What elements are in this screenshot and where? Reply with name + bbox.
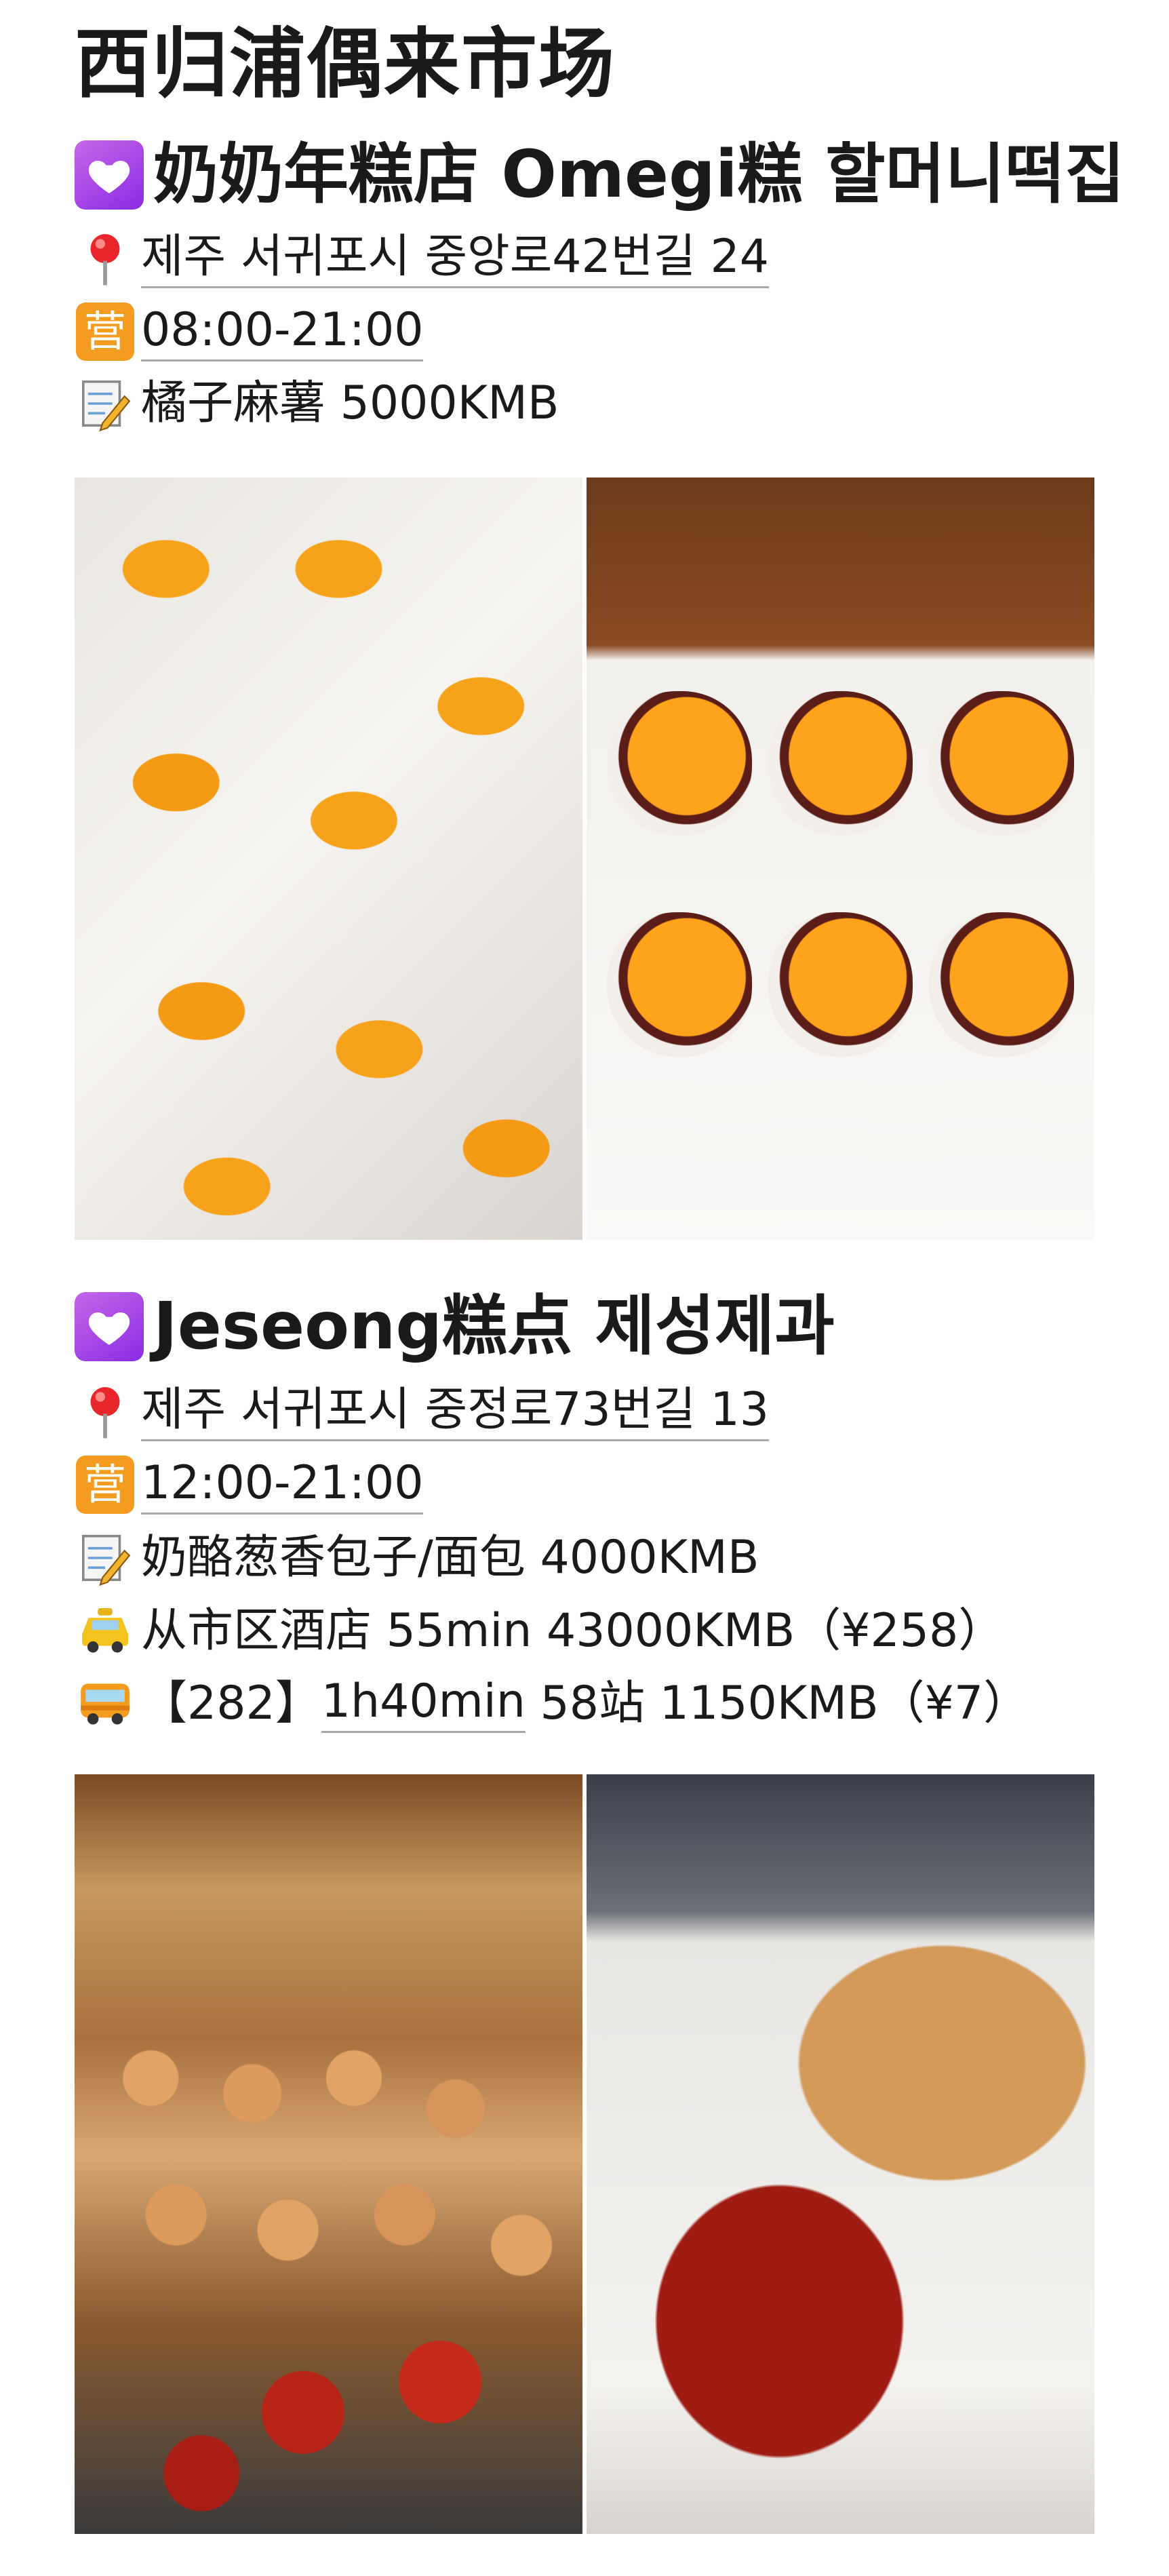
market-buns-photo[interactable] bbox=[75, 1774, 582, 2534]
mochi-row bbox=[606, 912, 1075, 1057]
bus-route: 【282】 bbox=[141, 1676, 321, 1730]
hours-row: 营 08:00-21:00 bbox=[76, 303, 424, 362]
mochi bbox=[929, 912, 1075, 1057]
tangerine-mochi-trays-photo[interactable] bbox=[75, 477, 582, 1240]
memo-icon bbox=[76, 374, 134, 433]
address-row: 제주 서귀포시 중정로73번길 13 bbox=[76, 1382, 770, 1441]
address-row: 제주 서귀포시 중앙로42번길 24 bbox=[76, 229, 770, 288]
pin-icon bbox=[76, 1382, 134, 1441]
item-text: 橘子麻薯 5000KMB bbox=[141, 376, 559, 431]
item-row: 奶酪葱香包子/面包 4000KMB bbox=[76, 1529, 759, 1587]
address-link[interactable]: 제주 서귀포시 중정로73번길 13 bbox=[141, 1382, 770, 1441]
shop-title-omegi: 奶奶年糕店 Omegi糕 할머니떡집 bbox=[75, 136, 1125, 214]
item-text: 奶酪葱香包子/面包 4000KMB bbox=[141, 1531, 759, 1585]
hours-link[interactable]: 12:00-21:00 bbox=[141, 1456, 424, 1515]
mochi bbox=[606, 690, 752, 836]
mochi bbox=[768, 690, 913, 836]
mochi bbox=[606, 912, 752, 1057]
taxi-icon bbox=[76, 1602, 134, 1660]
bread-and-chicken-photo[interactable] bbox=[587, 1774, 1094, 2534]
bus-time-link[interactable]: 1h40min bbox=[321, 1674, 526, 1733]
hours-link[interactable]: 08:00-21:00 bbox=[141, 303, 424, 362]
page-title: 西归浦偶来市场 bbox=[75, 20, 616, 109]
pin-icon bbox=[76, 229, 134, 288]
taxi-text: 从市区酒店 55min 43000KMB（¥258） bbox=[141, 1604, 1005, 1658]
shop-title-jeseong: Jeseong糕点 제성제과 bbox=[75, 1287, 835, 1365]
hours-row: 营 12:00-21:00 bbox=[76, 1456, 424, 1515]
photo-grid-omegi bbox=[75, 477, 1094, 1240]
mochi bbox=[768, 912, 913, 1057]
heart-icon bbox=[75, 140, 144, 210]
bus-icon bbox=[76, 1674, 134, 1732]
taxi-row: 从市区酒店 55min 43000KMB（¥258） bbox=[76, 1602, 1004, 1660]
hours-badge: 营 bbox=[76, 303, 134, 362]
shop-name: 奶奶年糕店 Omegi糕 할머니떡집 bbox=[153, 136, 1125, 212]
bus-detail: 58站 1150KMB（¥7） bbox=[525, 1676, 1030, 1730]
photo-grid-jeseong bbox=[75, 1774, 1094, 2534]
shop-name: Jeseong糕点 제성제과 bbox=[153, 1288, 835, 1364]
heart-icon bbox=[75, 1291, 144, 1361]
memo-icon bbox=[76, 1529, 134, 1587]
address-link[interactable]: 제주 서귀포시 중앙로42번길 24 bbox=[141, 229, 770, 288]
mochi bbox=[929, 690, 1075, 836]
note-page: 西归浦偶来市场 奶奶年糕店 Omegi糕 할머니떡집 제주 서귀포시 중앙로42… bbox=[0, 0, 1169, 2576]
item-row: 橘子麻薯 5000KMB bbox=[76, 374, 559, 433]
mochi-row bbox=[606, 690, 1075, 836]
bus-row: 【282】 1h40min 58站 1150KMB（¥7） bbox=[76, 1674, 1029, 1733]
tangerine-mochi-plate-photo[interactable] bbox=[587, 477, 1094, 1240]
hours-badge: 营 bbox=[76, 1456, 134, 1515]
